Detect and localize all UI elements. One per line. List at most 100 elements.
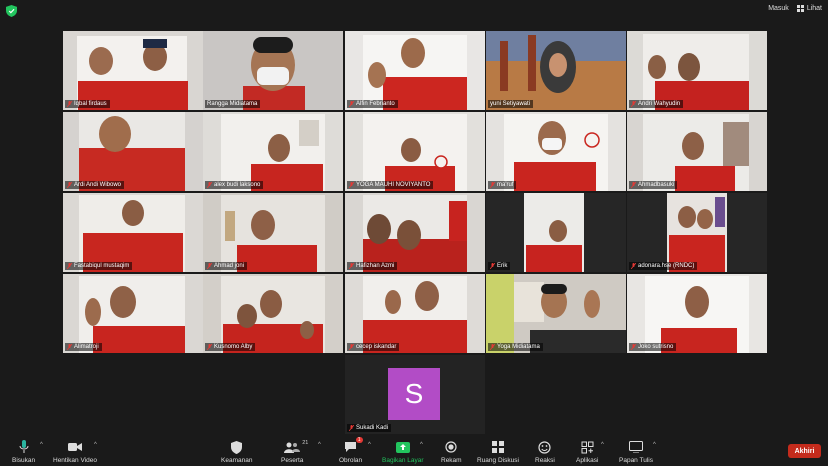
video-tile[interactable]: cecep iskandar <box>345 274 485 353</box>
participant-video <box>203 193 343 272</box>
mic-muted-icon <box>349 344 354 350</box>
signin-button[interactable]: Masuk <box>768 5 789 12</box>
participant-name: Hafizhan Azmi <box>356 263 395 269</box>
apps-button[interactable]: Aplikasi <box>576 440 598 464</box>
participant-name: Rangga Midiatama <box>207 101 258 107</box>
breakout-rooms-label: Ruang Diskusi <box>477 457 519 464</box>
participant-name-label: Iqbal firdaus <box>65 100 110 108</box>
video-tile[interactable]: Hafizhan Azmi <box>345 193 485 272</box>
video-tile[interactable]: YOGA MAUHI NOVIYANTO <box>345 112 485 191</box>
mic-muted-icon <box>349 182 354 188</box>
video-tile[interactable]: Ardi Andi Wibowo <box>63 112 203 191</box>
chat-unread-badge: 1 <box>355 437 363 443</box>
participant-name: Joko sutrisno <box>638 344 674 350</box>
video-tile[interactable]: Yoga Midiatama <box>486 274 626 353</box>
video-tile[interactable]: Ahmadbasuki <box>627 112 767 191</box>
breakout-rooms-icon <box>491 441 504 453</box>
mute-button[interactable]: Bisukan <box>12 440 35 464</box>
view-button[interactable]: Lihat <box>796 5 822 12</box>
mic-muted-icon <box>67 344 72 350</box>
share-screen-button[interactable]: Bagikan Layar <box>382 440 424 464</box>
whiteboard-options-chevron-icon[interactable]: ^ <box>653 442 656 448</box>
participants-count: 21 <box>302 440 309 446</box>
mute-options-chevron-icon[interactable]: ^ <box>40 442 43 448</box>
video-tile[interactable]: Alfin Febrianto <box>345 31 485 110</box>
participant-video <box>63 274 203 353</box>
apps-icon <box>581 441 594 453</box>
security-label: Keamanan <box>221 457 253 464</box>
participant-name: Fastabiqul mustaqim <box>74 263 130 269</box>
shield-icon[interactable] <box>6 5 17 17</box>
participant-video <box>203 31 343 110</box>
chat-options-chevron-icon[interactable]: ^ <box>368 442 371 448</box>
breakout-rooms-button[interactable]: Ruang Diskusi <box>477 440 519 464</box>
participant-name-label: Andri Wahyudin <box>629 100 684 108</box>
video-options-chevron-icon[interactable]: ^ <box>94 442 97 448</box>
mic-muted-icon <box>67 182 72 188</box>
participant-video <box>486 31 626 110</box>
participant-name: Yoga Midiatama <box>497 344 540 350</box>
participant-name: Andri Wahyudin <box>638 101 681 107</box>
security-button[interactable]: Keamanan <box>221 440 252 464</box>
video-tile[interactable]: Andri Wahyudin <box>627 31 767 110</box>
record-button[interactable]: Rekam <box>441 440 462 464</box>
microphone-icon <box>19 440 29 453</box>
participant-name-label: Ahmad joni <box>205 262 248 270</box>
mic-muted-icon <box>490 182 495 188</box>
video-tile[interactable]: ma'ruf <box>486 112 626 191</box>
mic-muted-icon <box>349 101 354 107</box>
participant-name-label: YOGA MAUHI NOVIYANTO <box>347 181 434 189</box>
reactions-button[interactable]: Reaksi <box>535 440 555 464</box>
participants-button[interactable]: 21 Peserta <box>281 440 308 464</box>
video-tile-active-speaker[interactable]: Rangga Midiatama <box>203 31 343 110</box>
mic-muted-icon <box>490 344 495 350</box>
video-tile[interactable]: Erik <box>486 193 626 272</box>
mute-label: Bisukan <box>12 457 36 464</box>
reactions-label: Reaksi <box>535 457 555 464</box>
participants-icon <box>284 442 301 453</box>
video-tile[interactable]: Fastabiqul mustaqim <box>63 193 203 272</box>
whiteboard-label: Papan Tulis <box>619 457 653 464</box>
smiley-icon <box>538 440 552 454</box>
participant-name-label: Hafizhan Azmi <box>347 262 398 270</box>
participant-name: Ardi Andi Wibowo <box>74 182 122 188</box>
participant-name-label: yuni Setiyawati <box>488 100 534 108</box>
chat-label: Obrolan <box>339 457 363 464</box>
participant-name-label: Fastabiqul mustaqim <box>65 262 133 270</box>
apps-options-chevron-icon[interactable]: ^ <box>601 442 604 448</box>
mic-muted-icon <box>207 344 212 350</box>
participants-options-chevron-icon[interactable]: ^ <box>318 442 321 448</box>
participant-video <box>486 193 626 272</box>
video-tile[interactable]: alex budi laksono <box>203 112 343 191</box>
participant-name-label: Alimatroji <box>65 343 102 351</box>
whiteboard-icon <box>628 441 643 453</box>
participant-name: Ahmadbasuki <box>638 182 675 188</box>
video-tile[interactable]: yuni Setiyawati <box>486 31 626 110</box>
stop-video-button[interactable]: Hentikan Video <box>53 440 97 464</box>
video-tile[interactable]: Joko sutrisno <box>627 274 767 353</box>
participant-name-label: cecep iskandar <box>347 343 400 351</box>
record-label: Rekam <box>441 457 462 464</box>
participant-video <box>486 274 626 353</box>
share-options-chevron-icon[interactable]: ^ <box>420 442 423 448</box>
video-tile[interactable]: Iqbal firdaus <box>63 31 203 110</box>
video-tile[interactable]: Alimatroji <box>63 274 203 353</box>
participant-name: alex budi laksono <box>214 182 261 188</box>
participant-name: Alimatroji <box>74 344 99 350</box>
video-tile[interactable]: adonara.hse (RNDC) <box>627 193 767 272</box>
meeting-toolbar: Bisukan ^ Hentikan Video ^ Keamanan 21 P… <box>0 436 828 466</box>
share-screen-label: Bagikan Layar <box>382 457 424 464</box>
end-meeting-button[interactable]: Akhiri <box>788 444 821 458</box>
mic-muted-icon <box>631 263 636 269</box>
video-tile[interactable]: Kusnomo Alby <box>203 274 343 353</box>
participant-name-label: Sukadi Kadi <box>347 424 392 432</box>
mic-muted-icon <box>67 263 72 269</box>
participant-name: YOGA MAUHI NOVIYANTO <box>356 182 431 188</box>
view-label: Lihat <box>806 5 822 12</box>
participant-video <box>627 193 767 272</box>
chat-button[interactable]: 1 Obrolan <box>339 437 363 464</box>
video-tile[interactable]: Ahmad joni <box>203 193 343 272</box>
whiteboard-button[interactable]: Papan Tulis <box>619 440 653 464</box>
video-tile-no-video[interactable]: S Sukadi Kadi <box>345 355 485 434</box>
mic-muted-icon <box>631 182 636 188</box>
